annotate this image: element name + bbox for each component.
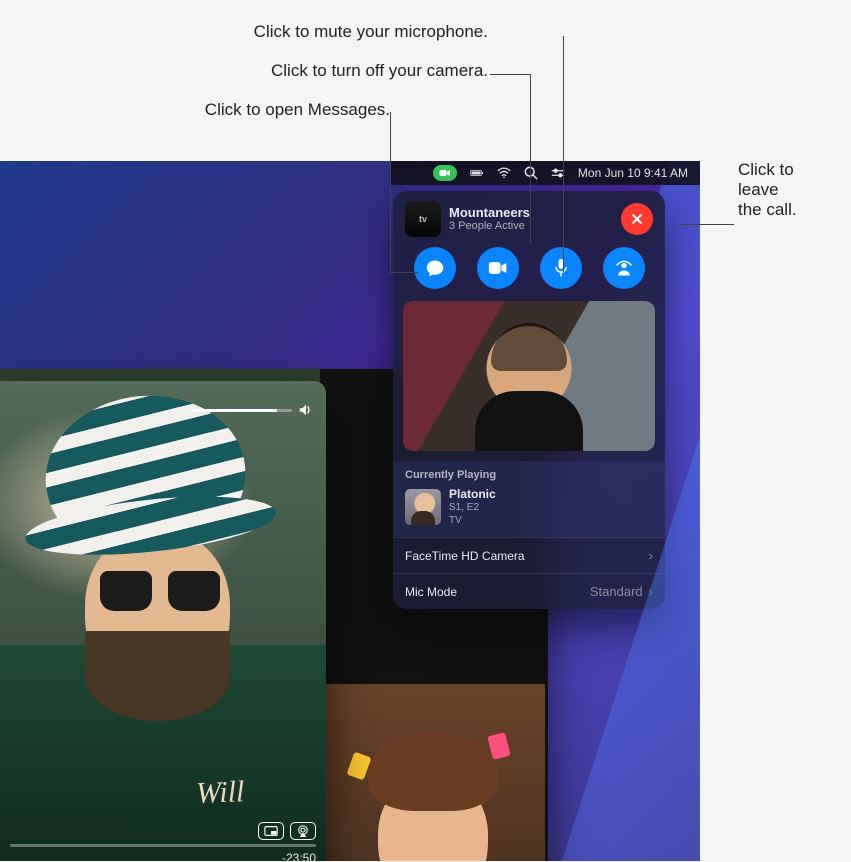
jacket-embroidery-text: Will bbox=[195, 775, 245, 811]
now-playing-episode: S1, E2 bbox=[449, 502, 496, 515]
shareplay-app-icon bbox=[405, 201, 441, 237]
messages-button[interactable] bbox=[414, 247, 456, 289]
video-icon bbox=[488, 258, 508, 278]
camera-button[interactable] bbox=[477, 247, 519, 289]
volume-slider[interactable] bbox=[192, 403, 312, 417]
spotlight-icon[interactable] bbox=[524, 166, 538, 180]
callout-open-messages: Click to open Messages. bbox=[110, 100, 390, 120]
mic-mode-value: Standard bbox=[590, 584, 643, 599]
microphone-icon bbox=[551, 258, 571, 278]
now-playing-thumbnail bbox=[405, 489, 441, 525]
leave-call-button[interactable] bbox=[621, 203, 653, 235]
facetime-menu-icon[interactable] bbox=[433, 165, 457, 181]
camera-select-row[interactable]: FaceTime HD Camera › bbox=[393, 537, 665, 573]
airplay-icon[interactable] bbox=[290, 822, 316, 840]
self-preview[interactable] bbox=[403, 301, 655, 451]
wifi-icon[interactable] bbox=[497, 166, 511, 180]
time-remaining: -23:50 bbox=[282, 851, 316, 861]
video-frame: Will bbox=[0, 381, 326, 861]
pip-icon[interactable] bbox=[258, 822, 284, 840]
mic-mode-row[interactable]: Mic Mode Standard › bbox=[393, 573, 665, 609]
shareplay-icon bbox=[614, 258, 634, 278]
participant-tile[interactable] bbox=[320, 684, 545, 861]
battery-icon[interactable] bbox=[470, 166, 484, 180]
seek-bar[interactable] bbox=[10, 844, 316, 847]
now-playing-title: Platonic bbox=[449, 487, 496, 502]
desktop: Mon Jun 10 9:41 AM Will bbox=[0, 161, 700, 861]
volume-icon bbox=[298, 403, 312, 417]
chevron-right-icon: › bbox=[649, 584, 653, 599]
control-center-icon[interactable] bbox=[551, 166, 565, 180]
menubar-datetime[interactable]: Mon Jun 10 9:41 AM bbox=[578, 166, 688, 180]
facetime-control-panel: Mountaneers 3 People Active Currentl bbox=[393, 191, 665, 609]
callout-leave-call: Click to leave the call. bbox=[738, 160, 797, 220]
video-player-window[interactable]: Will -23:50 bbox=[0, 381, 326, 861]
close-icon bbox=[630, 212, 644, 226]
mute-button[interactable] bbox=[540, 247, 582, 289]
group-name: Mountaneers bbox=[449, 205, 613, 221]
chevron-right-icon: › bbox=[649, 548, 653, 563]
messages-icon bbox=[425, 258, 445, 278]
camera-name: FaceTime HD Camera bbox=[405, 549, 525, 563]
mic-mode-label: Mic Mode bbox=[405, 585, 457, 599]
now-playing-label: Currently Playing bbox=[405, 469, 653, 481]
callout-camera-off: Click to turn off your camera. bbox=[148, 61, 488, 81]
menubar: Mon Jun 10 9:41 AM bbox=[390, 161, 700, 185]
now-playing-source: TV bbox=[449, 515, 496, 528]
shareplay-button[interactable] bbox=[603, 247, 645, 289]
group-status: 3 People Active bbox=[449, 220, 613, 233]
now-playing-section[interactable]: Currently Playing Platonic S1, E2 TV bbox=[393, 461, 665, 537]
callout-mute-mic: Click to mute your microphone. bbox=[148, 22, 488, 42]
